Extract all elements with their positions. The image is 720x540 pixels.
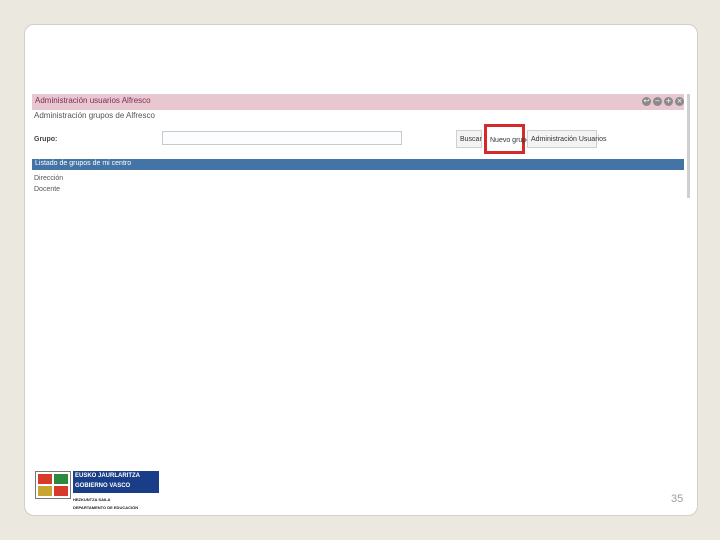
shield-quarter <box>38 474 52 484</box>
maximize-icon[interactable]: + <box>664 97 673 106</box>
shield-quarter <box>54 474 68 484</box>
return-icon[interactable]: ↩ <box>642 97 651 106</box>
buscar-button[interactable]: Buscar <box>456 130 482 148</box>
portlet-subtitle: Administración grupos de Alfresco <box>34 111 155 120</box>
scrollbar[interactable] <box>687 94 690 198</box>
close-icon[interactable]: × <box>675 97 684 106</box>
minimize-icon[interactable]: − <box>653 97 662 106</box>
slide: Administración usuarios Alfresco ↩ − + ×… <box>24 24 698 516</box>
coat-of-arms-icon <box>35 471 71 499</box>
list-header: Listado de grupos de mi centro <box>32 159 684 170</box>
portlet-title: Administración usuarios Alfresco <box>35 96 151 105</box>
org-line-2: GOBIERNO VASCO <box>75 483 131 489</box>
dept-line-2: DEPARTAMENTO DE EDUCACIÓN <box>73 505 139 510</box>
portlet-title-bar: Administración usuarios Alfresco ↩ − + × <box>32 94 684 110</box>
nuevo-grupo-button[interactable]: Nuevo grupo <box>484 124 530 154</box>
shield-quarter <box>38 486 52 496</box>
page-number: 35 <box>671 493 684 505</box>
grupo-input[interactable] <box>162 131 402 145</box>
list-header-label: Listado de grupos de mi centro <box>35 160 132 167</box>
dept-line-1: HEZKUNTZA SAILA <box>73 497 111 502</box>
administracion-usuarios-button[interactable]: Administración Usuarios <box>527 130 606 148</box>
grupo-label: Grupo: <box>34 136 58 143</box>
portlet-controls: ↩ − + × <box>642 97 684 106</box>
list-item[interactable]: Dirección <box>34 175 63 182</box>
shield-quarter <box>54 486 68 496</box>
gobierno-vasco-logo: EUSKO JAURLARITZA GOBIERNO VASCO HEZKUNT… <box>35 469 160 513</box>
list-item[interactable]: Docente <box>34 186 60 193</box>
org-line-1: EUSKO JAURLARITZA <box>75 473 141 479</box>
